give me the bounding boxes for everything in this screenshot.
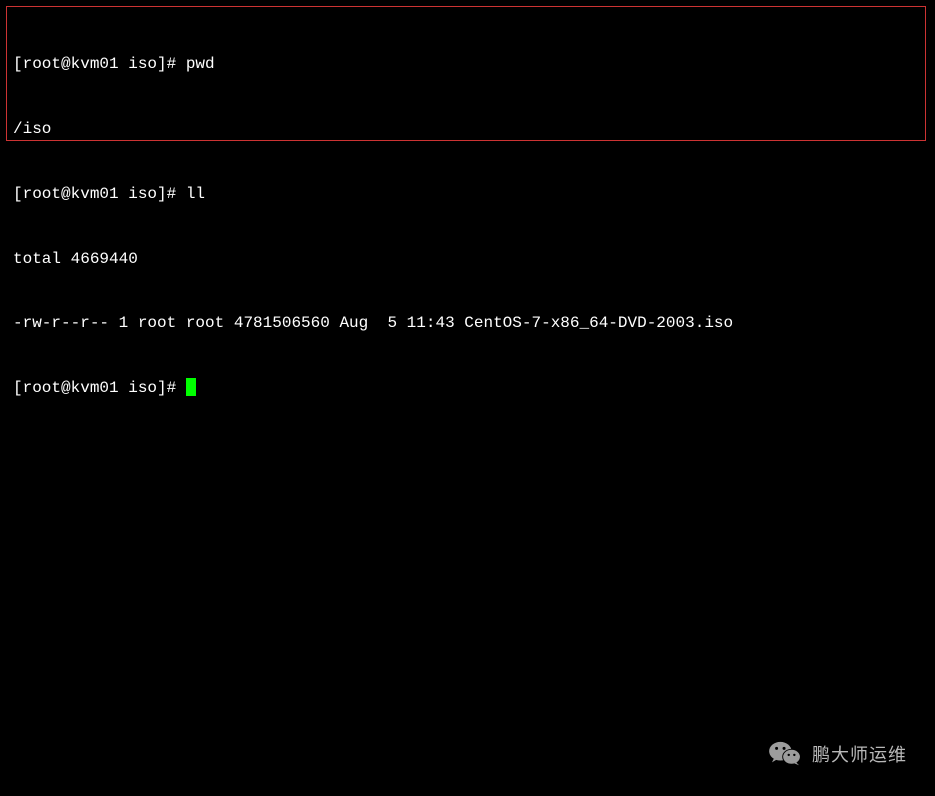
wechat-icon <box>768 740 802 768</box>
shell-output: -rw-r--r-- 1 root root 4781506560 Aug 5 … <box>13 314 733 332</box>
terminal-line: [root@kvm01 iso]# ll <box>13 184 919 206</box>
watermark: 鹏大师运维 <box>768 740 907 768</box>
shell-output: total 4669440 <box>13 250 138 268</box>
terminal-output-box[interactable]: [root@kvm01 iso]# pwd /iso [root@kvm01 i… <box>6 6 926 141</box>
shell-output: /iso <box>13 120 51 138</box>
terminal-line: [root@kvm01 iso]# pwd <box>13 54 919 76</box>
shell-prompt: [root@kvm01 iso]# <box>13 379 186 397</box>
terminal-cursor <box>186 378 196 396</box>
terminal-line: [root@kvm01 iso]# <box>13 378 919 400</box>
shell-prompt: [root@kvm01 iso]# <box>13 185 186 203</box>
terminal-line: /iso <box>13 119 919 141</box>
terminal-line: total 4669440 <box>13 249 919 271</box>
shell-command: ll <box>186 185 205 203</box>
watermark-text: 鹏大师运维 <box>812 741 907 767</box>
shell-prompt: [root@kvm01 iso]# <box>13 55 186 73</box>
terminal-line: -rw-r--r-- 1 root root 4781506560 Aug 5 … <box>13 313 919 335</box>
shell-command: pwd <box>186 55 215 73</box>
